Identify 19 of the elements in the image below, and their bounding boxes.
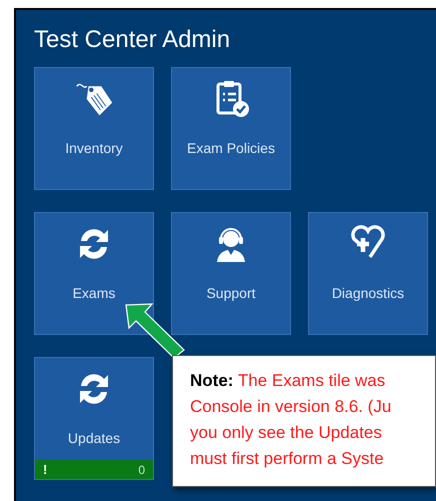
tile-button[interactable]: Support [171,212,291,335]
tile-button[interactable]: Inventory [34,67,154,190]
tile-label: Diagnostics [332,284,404,303]
note-line: Note: The Exams tile was [190,370,386,392]
note-line: Console in version 8.6. (Ju [190,396,392,418]
tile-label: Exams [72,284,116,303]
update-count: 0 [138,462,145,478]
note-line: must first perform a Syste [190,448,384,470]
tile-button[interactable]: Diagnostics [308,212,428,335]
note-line: you only see the Updates [190,422,382,444]
tile-label: Updates [68,429,120,448]
tile-label: Exam Policies [187,139,275,158]
app-title: Test Center Admin [34,25,230,55]
tile-button[interactable]: Exam Policies [171,67,291,190]
tile-button[interactable]: Exams [34,212,154,335]
alert-mark: ! [43,460,48,479]
tile-label: Inventory [65,139,123,158]
tile-label: Support [206,284,256,303]
tile-button[interactable]: Updates ! 0 [34,357,154,480]
